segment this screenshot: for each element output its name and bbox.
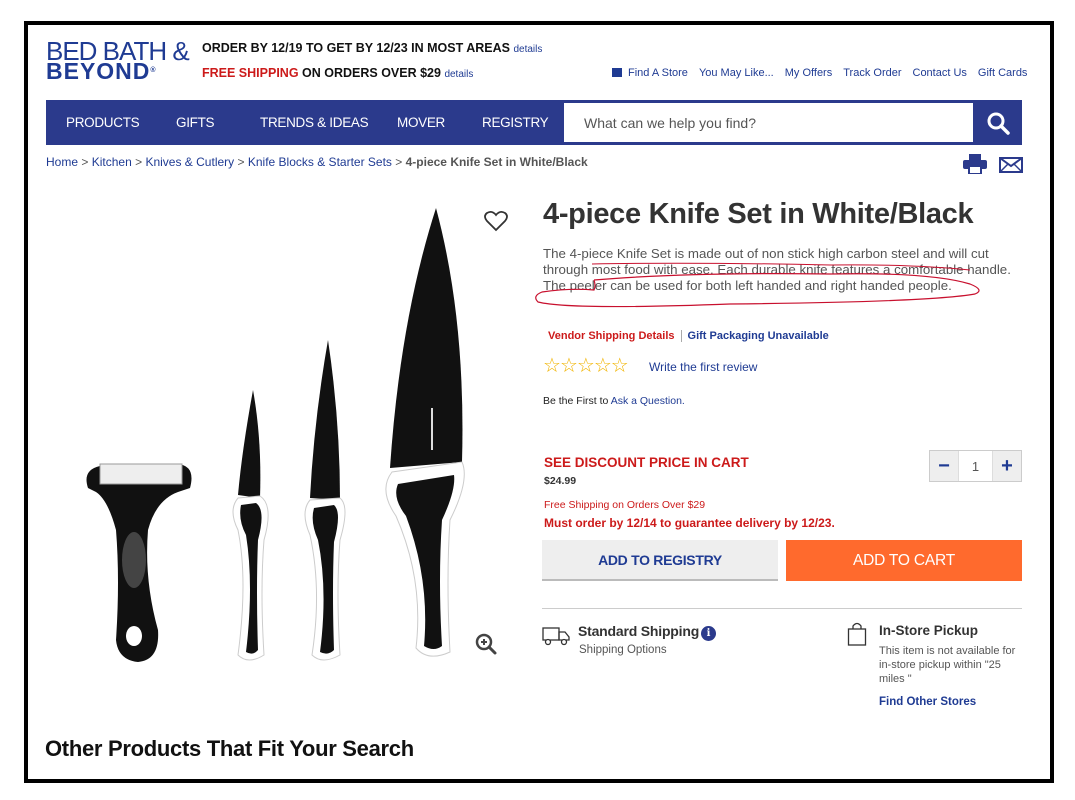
store-icon — [612, 68, 622, 77]
breadcrumb-separator: > — [395, 155, 403, 169]
brand-logo-text: BEYOND — [46, 58, 151, 84]
promo-details-link[interactable]: details — [513, 44, 542, 55]
write-review-link[interactable]: Write the first review — [649, 360, 757, 374]
brand-logo-line2[interactable]: BEYOND® — [46, 58, 157, 84]
zoom-icon[interactable] — [474, 632, 498, 656]
main-nav: PRODUCTS GIFTS TRENDS & IDEAS MOVER REGI… — [46, 100, 1022, 145]
quantity-increase-button[interactable]: + — [993, 451, 1021, 481]
bag-icon — [847, 622, 867, 646]
standard-shipping-title: Standard Shipping — [578, 623, 700, 639]
quantity-value[interactable]: 1 — [958, 451, 993, 481]
promo-free-shipping: FREE SHIPPING ON ORDERS OVER $29 details — [202, 66, 473, 80]
breadcrumb-home[interactable]: Home — [46, 155, 78, 169]
free-shipping-note: Free Shipping on Orders Over $29 — [544, 499, 706, 511]
product-title: 4-piece Knife Set in White/Black — [543, 198, 974, 230]
promo-free-shipping-text: ON ORDERS OVER $29 — [298, 66, 441, 80]
nav-gifts[interactable]: GIFTS — [176, 115, 215, 130]
utility-you-may-like[interactable]: You May Like... — [699, 67, 774, 79]
add-to-cart-button[interactable]: ADD TO CART — [786, 540, 1022, 581]
truck-icon — [542, 627, 570, 646]
shipping-options-link[interactable]: Shipping Options — [579, 644, 667, 656]
vendor-row: Vendor Shipping Details Gift Packaging Un… — [543, 330, 829, 342]
print-icon[interactable] — [963, 154, 987, 174]
brand-logo-mark: ® — [150, 67, 157, 74]
nav-trends-ideas[interactable]: TRENDS & IDEAS — [260, 115, 369, 130]
breadcrumb-separator: > — [135, 155, 143, 169]
instore-pickup-title: In-Store Pickup — [879, 623, 979, 638]
ask-question: Be the First to Ask a Question. — [543, 395, 685, 407]
peeler-graphic — [86, 463, 192, 662]
promo-order-text: ORDER BY 12/19 TO GET BY 12/23 IN MOST A… — [202, 41, 510, 55]
product-image[interactable] — [78, 200, 478, 670]
info-icon[interactable]: i — [701, 626, 716, 641]
paring-knife-graphic — [232, 390, 269, 661]
breadcrumb-knife-blocks[interactable]: Knife Blocks & Starter Sets — [248, 155, 392, 169]
star-icon: ☆ — [576, 355, 595, 377]
promo-shipping-details-link[interactable]: details — [444, 69, 473, 80]
rating-stars[interactable]: ☆☆☆☆☆ — [543, 353, 629, 378]
vendor-shipping-link[interactable]: Vendor Shipping Details — [543, 330, 682, 342]
find-other-stores-link[interactable]: Find Other Stores — [879, 696, 976, 708]
star-icon: ☆ — [543, 355, 561, 377]
star-icon: ☆ — [559, 355, 578, 377]
annotation-scribble — [535, 262, 980, 308]
search-input[interactable] — [564, 103, 973, 142]
star-icon: ☆ — [593, 355, 612, 377]
utility-contact-us[interactable]: Contact Us — [913, 67, 967, 79]
breadcrumb-kitchen[interactable]: Kitchen — [92, 155, 132, 169]
nav-products[interactable]: PRODUCTS — [66, 115, 140, 130]
add-to-registry-button[interactable]: ADD TO REGISTRY — [542, 540, 778, 581]
nav-registry[interactable]: REGISTRY — [482, 115, 549, 130]
other-products-heading: Other Products That Fit Your Search — [45, 736, 414, 761]
quantity-stepper: − 1 + — [929, 450, 1022, 482]
utility-links: Find A Store You May Like... My Offers T… — [612, 67, 1027, 79]
utility-my-offers[interactable]: My Offers — [785, 67, 832, 79]
ask-question-prefix: Be the First to — [543, 395, 611, 407]
promo-free-shipping-highlight: FREE SHIPPING — [202, 66, 299, 80]
instore-pickup-note: This item is not available for in-store … — [879, 645, 1016, 685]
discount-notice: SEE DISCOUNT PRICE IN CART — [544, 455, 749, 470]
breadcrumb: Home > Kitchen > Knives & Cutlery > Knif… — [46, 155, 588, 169]
price: $24.99 — [544, 475, 577, 487]
utility-find-store-label: Find A Store — [628, 67, 688, 79]
breadcrumb-separator: > — [81, 155, 89, 169]
ask-question-link[interactable]: Ask a Question. — [611, 395, 685, 407]
order-deadline-note: Must order by 12/14 to guarantee deliver… — [544, 516, 835, 530]
breadcrumb-current: 4-piece Knife Set in White/Black — [405, 155, 588, 169]
utility-knife-graphic — [304, 340, 346, 661]
breadcrumb-separator: > — [237, 155, 245, 169]
gift-packaging-status: Gift Packaging Unavailable — [687, 330, 829, 342]
search-box — [564, 103, 973, 142]
search-icon — [987, 112, 1010, 135]
star-icon: ☆ — [610, 355, 629, 377]
quantity-decrease-button[interactable]: − — [930, 451, 958, 481]
utility-track-order[interactable]: Track Order — [843, 67, 901, 79]
mail-icon[interactable] — [999, 157, 1023, 173]
promo-order-by: ORDER BY 12/19 TO GET BY 12/23 IN MOST A… — [202, 41, 542, 55]
nav-mover[interactable]: MOVER — [397, 115, 445, 130]
chef-knife-graphic — [385, 208, 465, 657]
heart-icon[interactable] — [484, 210, 508, 232]
search-button[interactable] — [974, 100, 1022, 145]
utility-gift-cards[interactable]: Gift Cards — [978, 67, 1028, 79]
breadcrumb-knives-cutlery[interactable]: Knives & Cutlery — [145, 155, 234, 169]
divider — [542, 608, 1022, 609]
utility-find-store[interactable]: Find A Store — [612, 67, 688, 79]
